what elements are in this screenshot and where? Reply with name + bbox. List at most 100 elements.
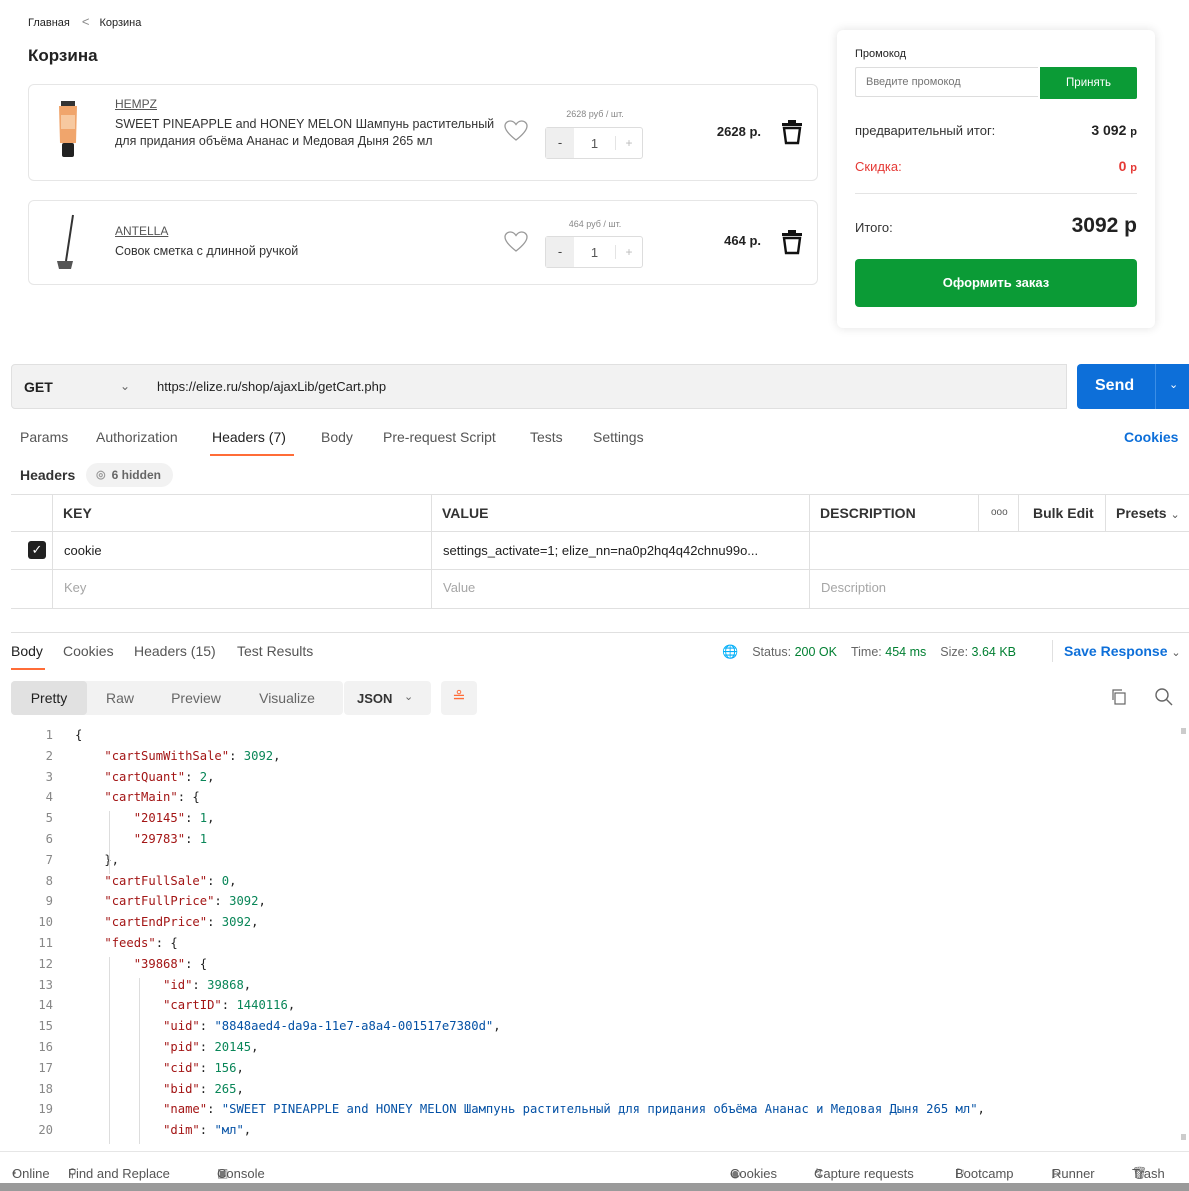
line-number: 9 [45,894,53,909]
globe-lock-icon[interactable]: 🌐 [722,644,738,660]
tab-headers[interactable]: Headers (7) [212,429,286,445]
heart-icon[interactable] [503,119,529,143]
format-select[interactable]: JSON ⌄ [344,681,431,715]
apply-promo-button[interactable]: Принять [1040,67,1137,99]
code-line[interactable]: "39868": { [75,957,207,971]
code-line[interactable]: "29783": 1 [75,832,207,846]
scrollbar-arrow-down[interactable] [1181,1134,1186,1140]
trash-icon[interactable] [781,229,803,255]
response-size[interactable]: 3.64 KB [972,645,1016,659]
code-line[interactable]: "pid": 20145, [75,1040,258,1054]
tab-params[interactable]: Params [20,429,68,445]
wrap-lines-icon[interactable]: ≗ [441,681,477,715]
view-mode-tabs: Pretty Raw Preview Visualize [11,681,343,715]
column-header-value: VALUE [442,505,489,521]
header-value-cell[interactable]: settings_activate=1; elize_nn=na0p2hq4q4… [443,543,758,558]
response-time[interactable]: 454 ms [885,645,926,659]
code-line[interactable]: "20145": 1, [75,811,215,825]
headers-table: KEY VALUE DESCRIPTION ooo Bulk Edit Pres… [11,494,1189,609]
line-number: 2 [45,748,53,763]
new-key-field[interactable]: Key [64,580,86,595]
tab-pretty[interactable]: Pretty [11,681,87,715]
code-line[interactable]: "feeds": { [75,936,177,950]
line-number: 14 [38,998,53,1013]
table-border [978,494,979,531]
code-line[interactable]: "name": "SWEET PINEAPPLE and HONEY MELON… [75,1102,985,1116]
chevron-down-icon[interactable]: ⌄ [1169,378,1178,391]
tab-authorization[interactable]: Authorization [96,429,178,445]
product-name[interactable]: Совок сметка с длинной ручкой [115,243,495,260]
table-border [809,494,810,608]
tab-pre-request-script[interactable]: Pre-request Script [383,429,496,445]
cookies-link[interactable]: Cookies [1124,429,1178,445]
increase-button[interactable]: + [615,136,642,150]
table-border [1105,494,1106,531]
headers-label: Headers [20,467,76,483]
breadcrumb-home[interactable]: Главная [28,17,70,29]
code-line[interactable]: }, [75,853,119,867]
code-line[interactable]: "id": 39868, [75,978,251,992]
window-bottom-edge [0,1183,1189,1191]
code-line[interactable]: "cartSumWithSale": 3092, [75,749,280,763]
status-code[interactable]: 200 OK [795,645,837,659]
line-number: 19 [38,1102,53,1117]
product-brand-link[interactable]: ANTELLA [115,224,168,238]
more-options-button[interactable]: ooo [991,507,1008,518]
tab-body[interactable]: Body [321,429,353,445]
tab-visualize[interactable]: Visualize [239,681,335,715]
bulk-edit-button[interactable]: Bulk Edit [1033,505,1094,521]
code-line[interactable]: { [75,728,82,742]
copy-icon[interactable] [1110,688,1128,706]
send-split-divider [1155,364,1156,409]
code-line[interactable]: "cartFullSale": 0, [75,874,236,888]
header-key-cell[interactable]: cookie [64,543,102,558]
tab-settings[interactable]: Settings [593,429,644,445]
tab-headers[interactable]: Headers (15) [134,643,216,659]
code-line[interactable]: "cartEndPrice": 3092, [75,915,258,929]
code-line[interactable]: "dim": "мл", [75,1123,251,1137]
scrollbar-arrow-up[interactable] [1181,728,1186,734]
quantity-value[interactable]: 1 [574,245,615,260]
chevron-down-icon: ⌄ [120,379,131,393]
checkout-button[interactable]: Оформить заказ [855,259,1137,307]
total-value: 3092 р [1071,214,1137,237]
tab-cookies[interactable]: Cookies [63,643,114,659]
tab-tests[interactable]: Tests [530,429,563,445]
code-line[interactable]: "cartMain": { [75,790,199,804]
code-line[interactable]: "cid": 156, [75,1061,244,1075]
url-input[interactable]: https://elize.ru/shop/ajaxLib/getCart.ph… [143,364,1067,409]
active-tab-indicator [210,454,294,456]
new-value-field[interactable]: Value [443,580,475,595]
promo-code-input[interactable] [855,67,1038,97]
line-number: 5 [45,811,53,826]
code-line[interactable]: "bid": 265, [75,1082,244,1096]
product-brand-link[interactable]: HEMPZ [115,97,157,111]
decrease-button[interactable]: - [546,128,574,158]
discount-label: Скидка: [855,159,902,174]
tab-raw[interactable]: Raw [87,681,153,715]
send-button[interactable]: Send ⌄ [1077,364,1189,409]
increase-button[interactable]: + [615,245,642,259]
new-description-field[interactable]: Description [821,580,886,595]
heart-icon[interactable] [503,230,529,254]
method-select[interactable]: GET ⌄ [11,364,144,409]
product-image[interactable] [43,211,91,275]
row-enabled-checkbox[interactable]: ✓ [28,541,46,559]
presets-dropdown[interactable]: Presets ⌄ [1116,505,1180,521]
response-body-code[interactable]: 1 {2 "cartSumWithSale": 3092, 3 "cartQuant… [11,728,1179,1148]
decrease-button[interactable]: - [546,237,574,267]
product-image[interactable] [43,99,91,163]
quantity-value[interactable]: 1 [574,136,615,151]
search-icon[interactable] [1154,687,1174,707]
trash-icon[interactable] [781,119,803,145]
code-line[interactable]: "cartFullPrice": 3092, [75,894,265,908]
line-number: 12 [38,956,53,971]
product-name[interactable]: SWEET PINEAPPLE and HONEY MELON Шампунь … [115,116,495,150]
tab-preview[interactable]: Preview [153,681,239,715]
tab-body[interactable]: Body [11,643,43,659]
code-line[interactable]: "cartQuant": 2, [75,770,214,784]
status-bar: • Online ⚲ Find and Replace ▣ Console ◉ Cook… [0,1151,1189,1182]
save-response-button[interactable]: Save Response ⌄ [1064,643,1181,659]
hidden-headers-toggle[interactable]: ◎ 6 hidden [86,463,173,487]
tab-test-results[interactable]: Test Results [237,643,313,659]
